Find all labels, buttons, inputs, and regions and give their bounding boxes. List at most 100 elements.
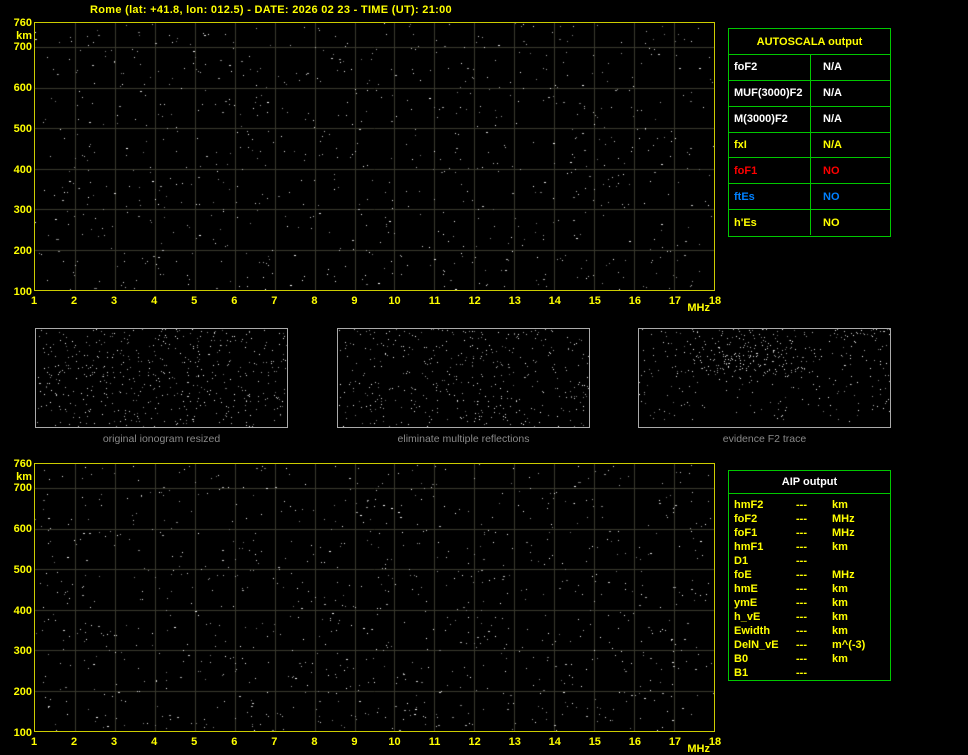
autoscala-table-row: foF1 NO <box>729 157 890 184</box>
row-label: ftEs <box>729 184 811 210</box>
x-tick-label: 8 <box>311 736 318 748</box>
aip-row-value: --- <box>796 597 807 609</box>
ionogram-noise-canvas-bottom <box>35 464 714 731</box>
row-label: h'Es <box>729 210 811 236</box>
aip-table-row: foF1 --- MHz <box>734 527 890 541</box>
x-tick-label: 16 <box>628 736 641 748</box>
x-tick-label: 5 <box>191 295 198 307</box>
x-tick-label: 9 <box>351 295 358 307</box>
y-tick-label: 200 <box>13 686 32 699</box>
y-tick-label: 100 <box>13 727 32 739</box>
aip-table-row: h_vE --- km <box>734 611 890 625</box>
aip-table-row: D1 --- <box>734 555 890 569</box>
aip-table-title: AIP output <box>729 471 890 494</box>
y-tick-label: 300 <box>13 645 32 658</box>
x-tick-label: 3 <box>111 295 118 307</box>
x-tick-label: 17 <box>668 736 682 748</box>
ionogram-noise-canvas-top <box>35 23 714 290</box>
y-tick-label: 400 <box>13 163 32 176</box>
y-tick-label: 760 <box>13 458 32 470</box>
aip-row-value: --- <box>796 653 807 665</box>
aip-row-value: --- <box>796 541 807 553</box>
aip-row-unit: MHz <box>832 513 855 525</box>
x-tick-label: 14 <box>548 736 561 748</box>
row-label: M(3000)F2 <box>729 106 811 132</box>
aip-table-row: B0 --- km <box>734 653 890 667</box>
autoscala-table-row: ftEs NO <box>729 183 890 210</box>
aip-table-row: B1 --- <box>734 667 890 681</box>
y-tick-label: 700 <box>13 482 32 495</box>
y-tick-label: 100 <box>13 286 32 298</box>
x-tick-label: 4 <box>151 295 158 307</box>
row-label: MUF(3000)F2 <box>729 80 811 106</box>
aip-row-unit: MHz <box>832 569 855 581</box>
panel-caption-reflections: eliminate multiple reflections <box>397 433 530 445</box>
x-tick-label: 4 <box>151 736 158 748</box>
aip-table-row: Ewidth --- km <box>734 625 890 639</box>
aip-table-row: DelN_vE --- m^(-3) <box>734 639 890 653</box>
aip-table-rows: hmF2 --- km foF2 --- MHz foF1 --- MHz hmF1 --- km D1… <box>729 494 890 681</box>
autoscala-output-table: AUTOSCALA output foF2 N/A MUF(3000)F2 N/A M(… <box>728 28 891 237</box>
y-axis-unit: km <box>16 30 32 42</box>
panel-caption-original: original ionogram resized <box>102 433 221 445</box>
row-value: N/A <box>823 61 842 74</box>
x-tick-label: 1 <box>30 295 38 307</box>
x-tick-label: 11 <box>428 295 441 307</box>
x-tick-label: 7 <box>271 736 278 748</box>
x-tick-label: 7 <box>271 295 278 307</box>
aip-row-value: --- <box>796 583 807 595</box>
aip-row-label: hmF2 <box>734 499 764 511</box>
ionogram-plot-bottom <box>34 463 715 732</box>
x-tick-label: 12 <box>468 295 481 307</box>
row-value: NO <box>823 216 840 229</box>
aip-table-row: hmF2 --- km <box>734 499 890 513</box>
x-tick-label: 8 <box>311 295 318 307</box>
ionogram-plot-top <box>34 22 715 291</box>
y-axis-bottom: 760 700 600 500 400 300 200 100 km <box>4 459 32 739</box>
aip-row-label: B0 <box>734 653 749 665</box>
panel-original-ionogram <box>35 328 288 428</box>
x-tick-label: 5 <box>191 736 198 748</box>
aip-row-unit: km <box>832 625 848 637</box>
autoscala-table-rows: foF2 N/A MUF(3000)F2 N/A M(3000)F2 N/A fxI N/A f… <box>729 55 890 236</box>
row-value: N/A <box>823 139 842 151</box>
x-axis-unit: MHz <box>687 743 710 755</box>
y-tick-label: 500 <box>13 563 32 576</box>
row-label: foF2 <box>729 55 811 80</box>
page-title: Rome (lat: +41.8, lon: 012.5) - DATE: 20… <box>90 4 452 16</box>
aip-row-label: h_vE <box>734 611 761 623</box>
x-tick-label: 13 <box>508 295 521 307</box>
y-axis-top: 760 700 600 500 400 300 200 100 km <box>4 18 32 298</box>
aip-row-value: --- <box>796 527 807 539</box>
aip-row-unit: m^(-3) <box>832 639 866 651</box>
panel-noise-canvas-reflections <box>338 329 589 427</box>
row-label: foF1 <box>729 158 811 184</box>
aip-row-unit: km <box>832 653 848 665</box>
aip-row-value: --- <box>796 555 807 567</box>
aip-table-row: ymE --- km <box>734 597 890 611</box>
x-tick-label: 2 <box>70 295 78 307</box>
aip-row-value: --- <box>796 639 807 651</box>
y-tick-label: 200 <box>13 245 32 258</box>
y-tick-label: 400 <box>13 604 32 617</box>
aip-row-label: foE <box>734 569 752 581</box>
row-value: NO <box>823 164 840 177</box>
panel-noise-canvas-f2trace <box>639 329 890 427</box>
aip-row-label: ymE <box>734 597 758 609</box>
row-label: fxI <box>729 132 811 158</box>
x-tick-label: 17 <box>668 295 682 307</box>
aip-table-row: hmF1 --- km <box>734 541 890 555</box>
x-tick-label: 18 <box>708 736 722 748</box>
x-tick-label: 6 <box>231 736 238 748</box>
y-tick-label: 760 <box>13 17 32 29</box>
x-tick-label: 6 <box>231 295 238 307</box>
y-tick-label: 600 <box>13 523 32 536</box>
panel-evidence-f2-trace <box>638 328 891 428</box>
aip-row-unit: MHz <box>832 527 855 539</box>
autoscala-table-row: foF2 N/A <box>729 55 890 80</box>
row-value: NO <box>823 190 840 203</box>
aip-row-value: --- <box>796 569 807 581</box>
aip-row-label: foF2 <box>734 513 758 525</box>
y-tick-label: 700 <box>13 41 32 54</box>
aip-table-row: foE --- MHz <box>734 569 890 583</box>
